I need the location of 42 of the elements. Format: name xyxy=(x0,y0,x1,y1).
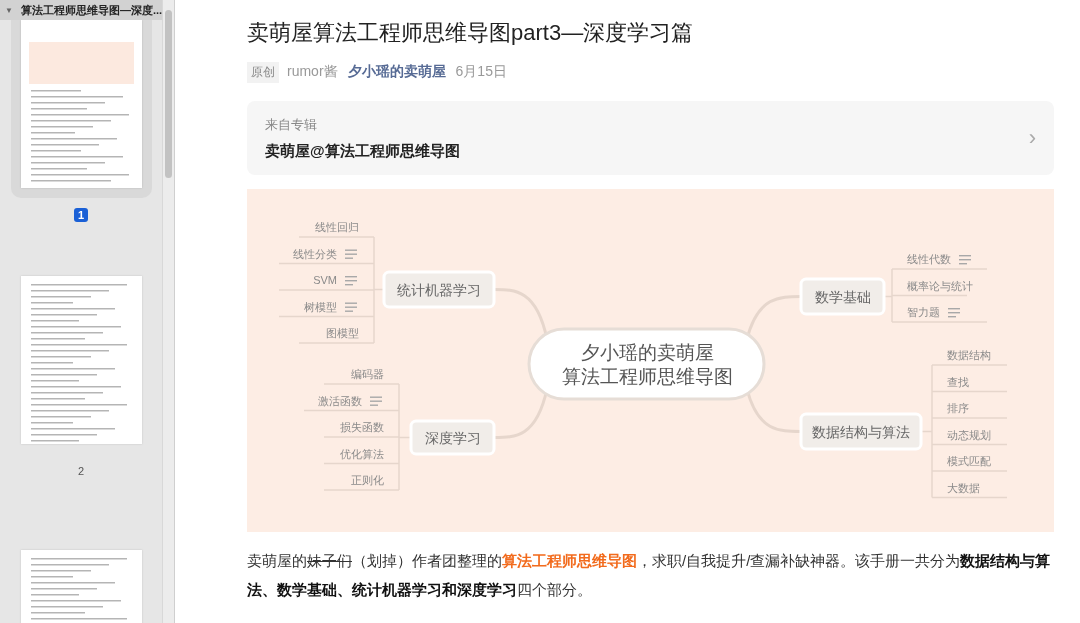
leaf-label: 激活函数 xyxy=(318,394,362,407)
leaf-label: 动态规划 xyxy=(947,428,991,441)
leaf-label: 树模型 xyxy=(304,300,337,313)
leaf-label: SVM xyxy=(313,274,337,286)
intro-paragraph: 卖萌屋的妹子们（划掉）作者团整理的算法工程师思维导图，求职/自我提升/查漏补缺神器。该手册一共分为数据结构与算法、数学基础、统计机器学习和深度学习四个部分。 xyxy=(247,551,1052,600)
author-name: rumor酱 xyxy=(287,63,338,81)
leaf-label: 概率论与统计 xyxy=(907,279,973,292)
leaf-label: 大数据 xyxy=(947,481,980,494)
branch-node: 数学基础 xyxy=(799,277,886,316)
disclosure-triangle[interactable]: ▼ xyxy=(5,5,13,15)
scrollbar-thumb[interactable] xyxy=(165,10,173,178)
sidebar-header[interactable]: ▼ 算法工程师思维导图—深度... xyxy=(0,0,163,20)
leaf-label: 数据结构 xyxy=(947,349,991,361)
branch-node: 数据结构与算法 xyxy=(799,412,923,451)
leaf-label: 查找 xyxy=(947,375,969,388)
page-number: 2 xyxy=(77,464,86,478)
leaf-label: 损失函数 xyxy=(340,421,384,433)
branch-node: 统计机器学习 xyxy=(382,270,496,309)
article-title: 卖萌屋算法工程师思维导图part3—深度学习篇 xyxy=(247,19,695,47)
album-name: 卖萌屋@算法工程师思维导图 xyxy=(265,141,460,161)
leaf-label: 智力题 xyxy=(907,306,940,318)
page-thumbnail[interactable] xyxy=(20,20,142,188)
publish-date: 6月15日 xyxy=(455,63,507,81)
page-thumbnail[interactable] xyxy=(20,276,142,444)
leaf-label: 线性分类 xyxy=(293,247,337,260)
branch-node: 深度学习 xyxy=(409,419,496,456)
album-caption: 来自专辑 xyxy=(265,115,318,134)
page-number: 1 xyxy=(74,208,89,222)
leaf-label: 线性回归 xyxy=(315,221,359,233)
leaf-label: 优化算法 xyxy=(340,447,384,460)
leaf-label: 模式匹配 xyxy=(947,455,991,467)
chevron-icon: › xyxy=(1028,127,1036,149)
document-title: 算法工程师思维导图—深度... xyxy=(20,2,163,18)
center-node: 夕小瑶的卖萌屋 算法工程师思维导图 xyxy=(527,327,766,401)
leaf-label: 正则化 xyxy=(351,474,384,486)
account-link[interactable]: 夕小瑶的卖萌屋 xyxy=(347,63,446,81)
leaf-label: 编码器 xyxy=(351,368,384,380)
leaf-label: 图模型 xyxy=(326,327,359,339)
leaf-label: 线性代数 xyxy=(907,253,951,265)
original-tag: 原创 xyxy=(247,61,279,83)
leaf-label: 排序 xyxy=(947,402,969,414)
album-card[interactable]: 来自专辑 卖萌屋@算法工程师思维导图 › xyxy=(247,101,1054,175)
